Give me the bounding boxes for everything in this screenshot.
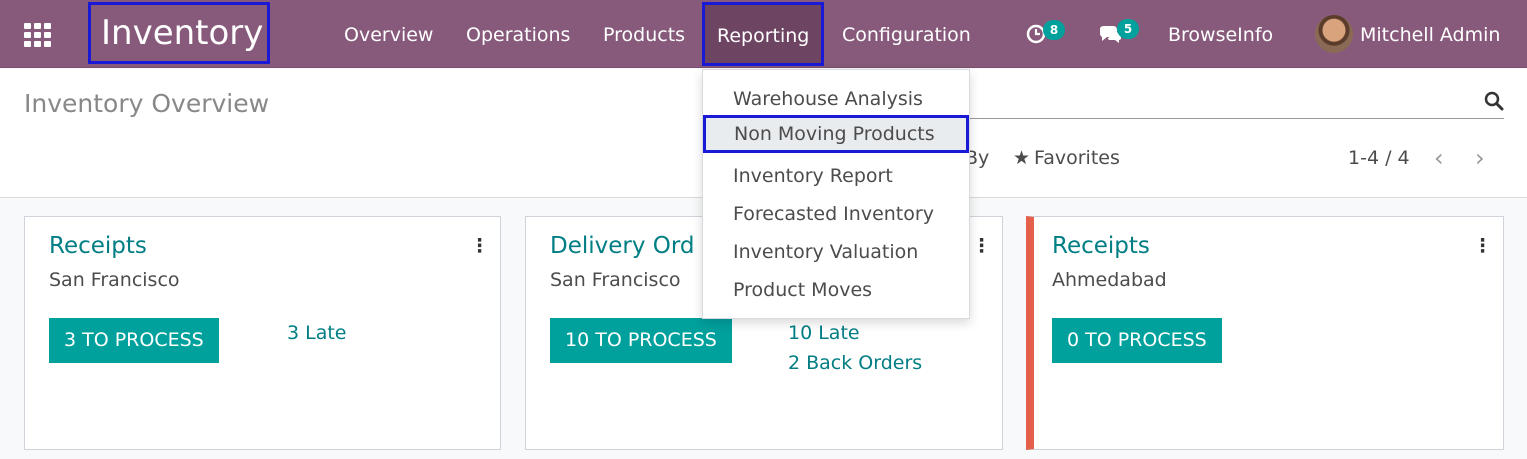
late-link[interactable]: 10 Late xyxy=(788,322,860,344)
menu-reporting[interactable]: Reporting xyxy=(702,2,825,66)
to-process-button[interactable]: 10 TO PROCESS xyxy=(550,318,732,363)
to-process-button[interactable]: 0 TO PROCESS xyxy=(1052,318,1222,363)
menu-configuration[interactable]: Configuration xyxy=(842,0,971,68)
pager-previous-icon[interactable]: ‹ xyxy=(1434,146,1444,170)
menu-products[interactable]: Products xyxy=(603,0,685,68)
menu-item-warehouse-analysis[interactable]: Warehouse Analysis xyxy=(703,80,969,118)
operation-card: Receipts ⋮ Ahmedabad 0 TO PROCESS xyxy=(1026,216,1504,450)
menu-item-product-moves[interactable]: Product Moves xyxy=(703,271,969,309)
menu-item-inventory-report[interactable]: Inventory Report xyxy=(703,157,969,195)
card-options-icon[interactable]: ⋮ xyxy=(972,235,991,257)
pager-value[interactable]: 1-4 / 4 xyxy=(1348,147,1410,169)
card-warehouse: San Francisco xyxy=(49,269,180,291)
back-orders-link[interactable]: 2 Back Orders xyxy=(788,352,922,374)
activity-count-badge: 8 xyxy=(1043,20,1065,40)
menu-overview[interactable]: Overview xyxy=(344,0,433,68)
page-title: Inventory Overview xyxy=(24,89,270,118)
to-process-button[interactable]: 3 TO PROCESS xyxy=(49,318,219,363)
menu-item-inventory-valuation[interactable]: Inventory Valuation xyxy=(703,233,969,271)
operation-card: Receipts ⋮ San Francisco 3 TO PROCESS 3 … xyxy=(24,216,501,450)
card-title[interactable]: Receipts xyxy=(49,233,147,259)
company-switcher[interactable]: BrowseInfo xyxy=(1168,0,1273,68)
card-options-icon[interactable]: ⋮ xyxy=(1473,235,1492,257)
star-icon: ★ xyxy=(1013,147,1031,169)
search-icon[interactable] xyxy=(1484,91,1504,115)
user-menu[interactable]: Mitchell Admin xyxy=(1360,0,1500,70)
menu-operations[interactable]: Operations xyxy=(466,0,570,68)
card-title[interactable]: Receipts xyxy=(1052,233,1150,259)
reporting-dropdown-menu: Warehouse Analysis Non Moving Products I… xyxy=(702,69,970,319)
user-avatar[interactable] xyxy=(1315,15,1353,53)
late-link[interactable]: 3 Late xyxy=(287,322,347,344)
pager-next-icon[interactable]: › xyxy=(1475,146,1485,170)
card-warehouse: San Francisco xyxy=(550,269,681,291)
card-warehouse: Ahmedabad xyxy=(1052,269,1167,291)
apps-menu-icon[interactable] xyxy=(24,23,52,47)
card-title[interactable]: Delivery Ord xyxy=(550,233,695,259)
search-input[interactable] xyxy=(968,118,1504,119)
favorites-button[interactable]: ★ Favorites xyxy=(1013,147,1120,169)
app-brand[interactable]: Inventory xyxy=(88,2,270,64)
top-navbar: Inventory Overview Operations Products R… xyxy=(0,0,1527,68)
card-options-icon[interactable]: ⋮ xyxy=(470,235,489,257)
favorites-label: Favorites xyxy=(1034,147,1120,169)
menu-item-non-moving-products[interactable]: Non Moving Products xyxy=(703,115,969,153)
message-count-badge: 5 xyxy=(1117,19,1139,39)
menu-item-forecasted-inventory[interactable]: Forecasted Inventory xyxy=(703,195,969,233)
